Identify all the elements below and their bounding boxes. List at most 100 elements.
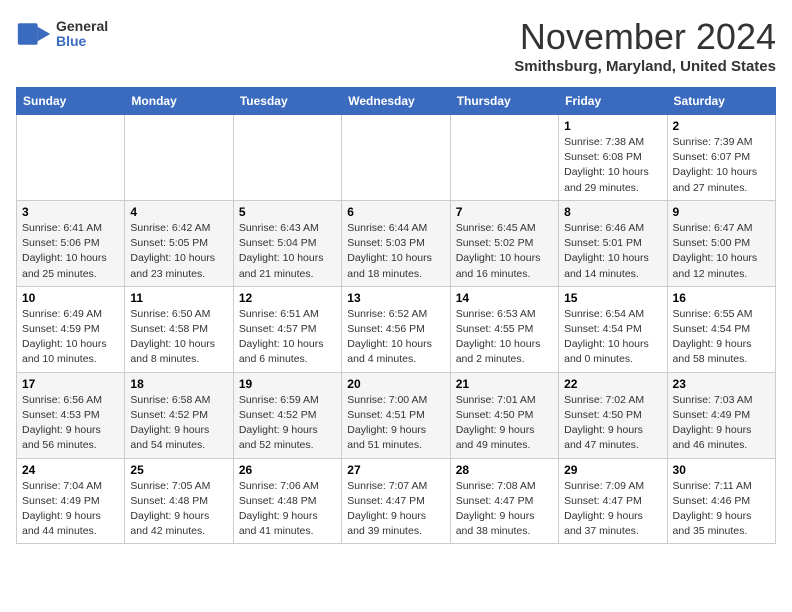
day-info: Sunrise: 7:03 AM Sunset: 4:49 PM Dayligh… [673,393,770,454]
day-info: Sunrise: 6:49 AM Sunset: 4:59 PM Dayligh… [22,307,119,368]
day-info: Sunrise: 6:52 AM Sunset: 4:56 PM Dayligh… [347,307,444,368]
day-info: Sunrise: 6:51 AM Sunset: 4:57 PM Dayligh… [239,307,336,368]
calendar-cell: 21 Sunrise: 7:01 AM Sunset: 4:50 PM Dayli… [450,372,558,458]
calendar-cell [125,115,233,201]
day-number: 20 [347,377,444,391]
calendar-cell [233,115,341,201]
calendar-cell: 26 Sunrise: 7:06 AM Sunset: 4:48 PM Dayli… [233,458,341,544]
calendar-header-cell: Wednesday [342,88,450,115]
day-number: 4 [130,205,227,219]
day-info: Sunrise: 7:09 AM Sunset: 4:47 PM Dayligh… [564,479,661,540]
calendar-cell: 4 Sunrise: 6:42 AM Sunset: 5:05 PM Daylig… [125,200,233,286]
day-info: Sunrise: 6:46 AM Sunset: 5:01 PM Dayligh… [564,221,661,282]
day-number: 15 [564,291,661,305]
calendar-header: SundayMondayTuesdayWednesdayThursdayFrid… [17,88,776,115]
day-info: Sunrise: 6:45 AM Sunset: 5:02 PM Dayligh… [456,221,553,282]
calendar-header-cell: Sunday [17,88,125,115]
calendar-cell: 19 Sunrise: 6:59 AM Sunset: 4:52 PM Dayli… [233,372,341,458]
day-info: Sunrise: 7:07 AM Sunset: 4:47 PM Dayligh… [347,479,444,540]
day-number: 16 [673,291,770,305]
day-info: Sunrise: 7:11 AM Sunset: 4:46 PM Dayligh… [673,479,770,540]
day-info: Sunrise: 7:38 AM Sunset: 6:08 PM Dayligh… [564,135,661,196]
calendar-cell: 29Sunrise: 7:09 AM Sunset: 4:47 PM Dayli… [559,458,667,544]
location: Smithsburg, Maryland, United States [514,58,776,75]
day-number: 23 [673,377,770,391]
day-info: Sunrise: 6:50 AM Sunset: 4:58 PM Dayligh… [130,307,227,368]
calendar-cell: 1 Sunrise: 7:38 AM Sunset: 6:08 PM Daylig… [559,115,667,201]
day-number: 24 [22,463,119,477]
calendar-cell: 2 Sunrise: 7:39 AM Sunset: 6:07 PM Daylig… [667,115,775,201]
day-number: 19 [239,377,336,391]
day-info: Sunrise: 7:06 AM Sunset: 4:48 PM Dayligh… [239,479,336,540]
day-number: 2 [673,119,770,133]
calendar-header-row: SundayMondayTuesdayWednesdayThursdayFrid… [17,88,776,115]
calendar-cell: 20 Sunrise: 7:00 AM Sunset: 4:51 PM Dayli… [342,372,450,458]
calendar-cell: 11 Sunrise: 6:50 AM Sunset: 4:58 PM Dayli… [125,286,233,372]
title-block: November 2024 Smithsburg, Maryland, Unit… [514,16,776,75]
logo: General Blue [16,16,108,52]
calendar-week-row: 24 Sunrise: 7:04 AM Sunset: 4:49 PM Dayli… [17,458,776,544]
day-number: 7 [456,205,553,219]
calendar-header-cell: Tuesday [233,88,341,115]
day-info: Sunrise: 6:54 AM Sunset: 4:54 PM Dayligh… [564,307,661,368]
calendar-cell: 24 Sunrise: 7:04 AM Sunset: 4:49 PM Dayli… [17,458,125,544]
calendar-cell: 5 Sunrise: 6:43 AM Sunset: 5:04 PM Daylig… [233,200,341,286]
day-number: 1 [564,119,661,133]
calendar-body: 1 Sunrise: 7:38 AM Sunset: 6:08 PM Daylig… [17,115,776,544]
day-info: Sunrise: 7:01 AM Sunset: 4:50 PM Dayligh… [456,393,553,454]
calendar-week-row: 10 Sunrise: 6:49 AM Sunset: 4:59 PM Dayli… [17,286,776,372]
calendar-cell: 16Sunrise: 6:55 AM Sunset: 4:54 PM Dayli… [667,286,775,372]
calendar-cell: 12 Sunrise: 6:51 AM Sunset: 4:57 PM Dayli… [233,286,341,372]
calendar-cell: 25Sunrise: 7:05 AM Sunset: 4:48 PM Dayli… [125,458,233,544]
day-number: 8 [564,205,661,219]
calendar-cell: 7 Sunrise: 6:45 AM Sunset: 5:02 PM Daylig… [450,200,558,286]
day-info: Sunrise: 6:43 AM Sunset: 5:04 PM Dayligh… [239,221,336,282]
day-info: Sunrise: 6:42 AM Sunset: 5:05 PM Dayligh… [130,221,227,282]
day-number: 26 [239,463,336,477]
calendar-cell: 17 Sunrise: 6:56 AM Sunset: 4:53 PM Dayli… [17,372,125,458]
day-number: 21 [456,377,553,391]
day-number: 18 [130,377,227,391]
calendar-cell: 15 Sunrise: 6:54 AM Sunset: 4:54 PM Dayli… [559,286,667,372]
day-number: 10 [22,291,119,305]
calendar-header-cell: Saturday [667,88,775,115]
day-number: 12 [239,291,336,305]
day-number: 9 [673,205,770,219]
calendar-week-row: 17 Sunrise: 6:56 AM Sunset: 4:53 PM Dayli… [17,372,776,458]
day-number: 14 [456,291,553,305]
day-info: Sunrise: 7:39 AM Sunset: 6:07 PM Dayligh… [673,135,770,196]
logo-general: General [56,19,108,34]
day-number: 17 [22,377,119,391]
day-info: Sunrise: 6:47 AM Sunset: 5:00 PM Dayligh… [673,221,770,282]
month-title: November 2024 [514,16,776,58]
calendar-header-cell: Monday [125,88,233,115]
day-number: 30 [673,463,770,477]
day-info: Sunrise: 6:59 AM Sunset: 4:52 PM Dayligh… [239,393,336,454]
calendar-cell: 30 Sunrise: 7:11 AM Sunset: 4:46 PM Dayli… [667,458,775,544]
logo-text: General Blue [56,19,108,50]
day-number: 6 [347,205,444,219]
day-info: Sunrise: 6:53 AM Sunset: 4:55 PM Dayligh… [456,307,553,368]
calendar-week-row: 3Sunrise: 6:41 AM Sunset: 5:06 PM Daylig… [17,200,776,286]
calendar-cell: 23 Sunrise: 7:03 AM Sunset: 4:49 PM Dayli… [667,372,775,458]
day-info: Sunrise: 7:00 AM Sunset: 4:51 PM Dayligh… [347,393,444,454]
calendar-cell: 14 Sunrise: 6:53 AM Sunset: 4:55 PM Dayli… [450,286,558,372]
day-info: Sunrise: 6:56 AM Sunset: 4:53 PM Dayligh… [22,393,119,454]
day-number: 27 [347,463,444,477]
calendar-week-row: 1 Sunrise: 7:38 AM Sunset: 6:08 PM Daylig… [17,115,776,201]
calendar-cell [342,115,450,201]
day-number: 28 [456,463,553,477]
day-info: Sunrise: 6:41 AM Sunset: 5:06 PM Dayligh… [22,221,119,282]
day-number: 5 [239,205,336,219]
page-header: General Blue November 2024 Smithsburg, M… [16,16,776,75]
calendar-header-cell: Friday [559,88,667,115]
calendar-cell [450,115,558,201]
day-number: 22 [564,377,661,391]
calendar-header-cell: Thursday [450,88,558,115]
logo-icon [16,16,52,52]
day-info: Sunrise: 7:05 AM Sunset: 4:48 PM Dayligh… [130,479,227,540]
day-number: 11 [130,291,227,305]
calendar-cell: 8 Sunrise: 6:46 AM Sunset: 5:01 PM Daylig… [559,200,667,286]
calendar-cell: 18Sunrise: 6:58 AM Sunset: 4:52 PM Dayli… [125,372,233,458]
day-info: Sunrise: 7:04 AM Sunset: 4:49 PM Dayligh… [22,479,119,540]
